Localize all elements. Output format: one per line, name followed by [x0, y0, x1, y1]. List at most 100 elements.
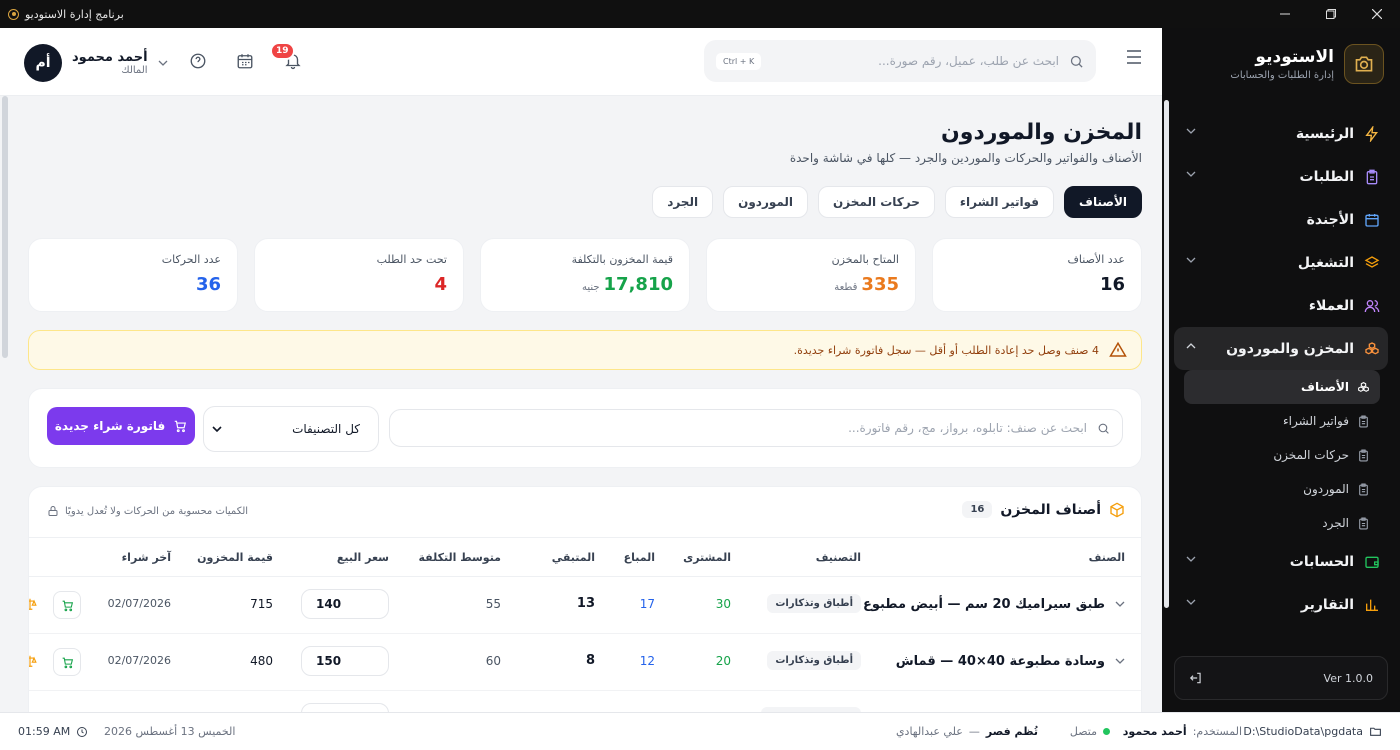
sidebar-subitem-suppliers[interactable]: الموردون: [1182, 472, 1380, 506]
sidebar-scrollbar[interactable]: [1164, 100, 1169, 608]
sidebar-item-home[interactable]: الرئيسية: [1174, 112, 1388, 155]
sidebar-subitem-label: فواتير الشراء: [1283, 414, 1349, 428]
price-input[interactable]: 150: [301, 646, 389, 676]
stat-label: عدد الأصناف: [1067, 253, 1125, 266]
sidebar-item-label: الرئيسية: [1295, 125, 1354, 142]
maximize-button[interactable]: [1308, 0, 1354, 28]
current-date: الخميس 13 أغسطس 2026: [104, 725, 236, 738]
wallet-icon: [1364, 554, 1380, 570]
add-to-cart-button[interactable]: [53, 591, 81, 619]
table-title: أصناف المخزن: [1000, 501, 1101, 518]
table-head: الصنف التصنيف المشترى المباع المتبقي متو…: [29, 537, 1141, 577]
sidebar: الاستوديو إدارة الطلبات والحسابات الرئيس…: [1162, 28, 1400, 712]
sidebar-item-clients[interactable]: العملاء: [1174, 284, 1388, 327]
sidebar-item-label: العملاء: [1308, 297, 1354, 314]
chevron-down-icon[interactable]: [1186, 169, 1196, 179]
user-menu[interactable]: أم أحمد محمود المالك: [24, 44, 168, 82]
sidebar-item-inventory[interactable]: المخزن والموردون: [1174, 327, 1388, 370]
table-row[interactable]: طبق سيراميك 20 سم — أبيض مطبوع أطباق وتذ…: [29, 577, 1141, 634]
sidebar-item-orders[interactable]: الطلبات: [1174, 155, 1388, 198]
sidebar-subitem-items[interactable]: الأصناف: [1184, 370, 1380, 404]
stat-unit: قطعة: [834, 282, 858, 293]
price-input[interactable]: 140: [301, 589, 389, 619]
notifications-button[interactable]: 19: [270, 42, 302, 70]
calendar-button[interactable]: [236, 52, 254, 70]
col-remaining[interactable]: المتبقي: [552, 551, 595, 564]
col-category[interactable]: التصنيف: [816, 551, 861, 564]
chevron-up-icon[interactable]: [1186, 341, 1196, 351]
notifications-badge: 19: [270, 42, 295, 60]
tab-movements[interactable]: حركات المخزن: [818, 186, 935, 218]
search-icon: [1069, 54, 1084, 69]
users-icon: [1364, 298, 1380, 314]
data-path: D:\StudioData\pgdata: [1243, 725, 1382, 738]
tab-items[interactable]: الأصناف: [1064, 186, 1142, 218]
table-note: الكميات محسوبة من الحركات ولا تُعدل يدوي…: [47, 505, 248, 517]
chevron-down-icon[interactable]: [1115, 599, 1125, 609]
camera-icon: [1344, 44, 1384, 84]
shortcut-hint: Ctrl + K: [716, 52, 762, 70]
inventory-table-card: أصناف المخزن 16 الكميات محسوبة من الحركا…: [28, 486, 1142, 726]
sidebar-item-agenda[interactable]: الأجندة: [1174, 198, 1388, 241]
col-stock-value[interactable]: قيمة المخزون: [197, 551, 273, 564]
sidebar-item-operations[interactable]: التشغيل: [1174, 241, 1388, 284]
user-name: أحمد محمود: [72, 50, 148, 65]
last-purchase-date: 02/07/2026: [107, 654, 171, 667]
col-price[interactable]: سعر البيع: [337, 551, 389, 564]
tab-stocktake[interactable]: الجرد: [652, 186, 714, 218]
hamburger-menu-icon[interactable]: [1126, 50, 1142, 64]
chevron-down-icon[interactable]: [1186, 255, 1196, 265]
chevron-down-icon[interactable]: [1115, 656, 1125, 666]
col-bought[interactable]: المشترى: [683, 551, 731, 564]
stat-value: 17,810: [603, 274, 673, 295]
cart-icon: [61, 599, 74, 612]
tab-invoices[interactable]: فواتير الشراء: [944, 186, 1054, 218]
stat-label: تحت حد الطلب: [376, 253, 447, 266]
stat-card-available: المتاح بالمخزن 335 قطعة: [706, 238, 916, 312]
close-button[interactable]: [1354, 0, 1400, 28]
chevron-down-icon[interactable]: [1186, 554, 1196, 564]
user-label: المستخدم:: [1192, 725, 1242, 738]
add-to-cart-button[interactable]: [53, 648, 81, 676]
window-title: برنامج إدارة الاستوديو: [25, 7, 124, 21]
stock-value: 715: [250, 597, 273, 611]
main-scrollbar[interactable]: [2, 96, 8, 358]
scale-icon[interactable]: [29, 597, 37, 611]
sidebar-subitem-invoices[interactable]: فواتير الشراء: [1182, 404, 1380, 438]
clipboard-icon: [1357, 483, 1370, 496]
stat-card-stock-value: قيمة المخزون بالتكلفة 17,810 جنيه: [480, 238, 690, 312]
col-avg-cost[interactable]: متوسط التكلفة: [419, 551, 502, 564]
stat-label: المتاح بالمخزن: [831, 253, 899, 266]
clipboard-icon: [1357, 415, 1370, 428]
stat-card-movements-count: عدد الحركات 36: [28, 238, 238, 312]
new-purchase-invoice-button[interactable]: فاتورة شراء جديدة: [47, 407, 195, 445]
folder-icon: [1369, 725, 1382, 738]
sidebar-subitem-movements[interactable]: حركات المخزن: [1182, 438, 1380, 472]
help-button[interactable]: [189, 52, 207, 70]
logout-icon[interactable]: [1189, 671, 1203, 685]
table-row[interactable]: وسادة مطبوعة 40×40 — قماش أطباق وتذكارات…: [29, 634, 1141, 691]
sidebar-item-reports[interactable]: التقارير: [1174, 583, 1388, 626]
global-search[interactable]: ابحث عن طلب، عميل، رقم صورة... Ctrl + K: [704, 40, 1096, 82]
avg-cost-value: 60: [485, 654, 501, 668]
scale-icon[interactable]: [29, 654, 37, 668]
chevron-down-icon[interactable]: [1186, 126, 1196, 136]
chevron-down-icon[interactable]: [1186, 597, 1196, 607]
category-select[interactable]: كل التصنيفات: [203, 406, 379, 452]
shift-separator: —: [968, 725, 980, 738]
clipboard-icon: [1357, 517, 1370, 530]
clipboard-icon: [1357, 449, 1370, 462]
col-item[interactable]: الصنف: [1089, 551, 1125, 564]
sidebar-item-accounts[interactable]: الحسابات: [1174, 540, 1388, 583]
version-box: Ver 1.0.0: [1174, 656, 1388, 700]
sidebar-subitem-stocktake[interactable]: الجرد: [1182, 506, 1380, 540]
stat-card-items-count: عدد الأصناف 16: [932, 238, 1142, 312]
minimize-button[interactable]: [1262, 0, 1308, 28]
tab-suppliers[interactable]: الموردون: [723, 186, 809, 218]
col-sold[interactable]: المباع: [624, 551, 655, 564]
category-pill: أطباق وتذكارات: [767, 594, 861, 613]
items-search-input[interactable]: ابحث عن صنف: تابلوه، برواز، مج، رقم فاتو…: [389, 409, 1123, 447]
stat-value: 16: [1099, 274, 1125, 295]
app-icon: [8, 8, 19, 20]
col-last-purchase[interactable]: آخر شراء: [122, 551, 171, 564]
